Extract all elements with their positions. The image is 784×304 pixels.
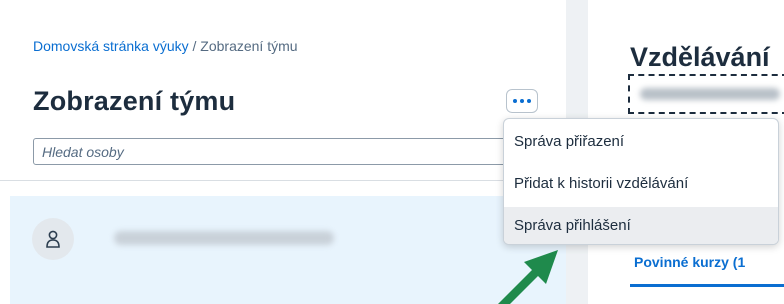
- user-name-redacted[interactable]: [628, 74, 784, 114]
- menu-item-manage-assignments[interactable]: Správa přiřazení: [504, 123, 778, 160]
- page-title: Zobrazení týmu: [33, 86, 236, 116]
- tab-required-courses[interactable]: Povinné kurzy (1: [634, 254, 745, 270]
- person-name-redacted: [114, 231, 334, 245]
- search-people-input[interactable]: [33, 138, 507, 165]
- divider: [0, 180, 566, 181]
- more-actions-menu: Správa přiřazení Přidat k historii vzděl…: [503, 118, 779, 245]
- tab-selected-indicator: [630, 284, 784, 287]
- breadcrumb-home-link[interactable]: Domovská stránka výuky: [33, 38, 189, 54]
- more-horizontal-icon: [513, 99, 517, 103]
- menu-item-add-to-learning-history[interactable]: Přidat k historii vzdělávání: [504, 165, 778, 202]
- green-pointer-arrow-icon: [498, 250, 558, 304]
- breadcrumb-separator: /: [188, 38, 201, 54]
- breadcrumb: Domovská stránka výuky / Zobrazení týmu: [33, 38, 298, 54]
- breadcrumb-current: Zobrazení týmu: [200, 38, 298, 54]
- person-icon: [46, 230, 60, 248]
- avatar: [32, 218, 74, 260]
- detail-title: Vzdělávání: [630, 42, 770, 72]
- more-actions-button[interactable]: [506, 89, 538, 113]
